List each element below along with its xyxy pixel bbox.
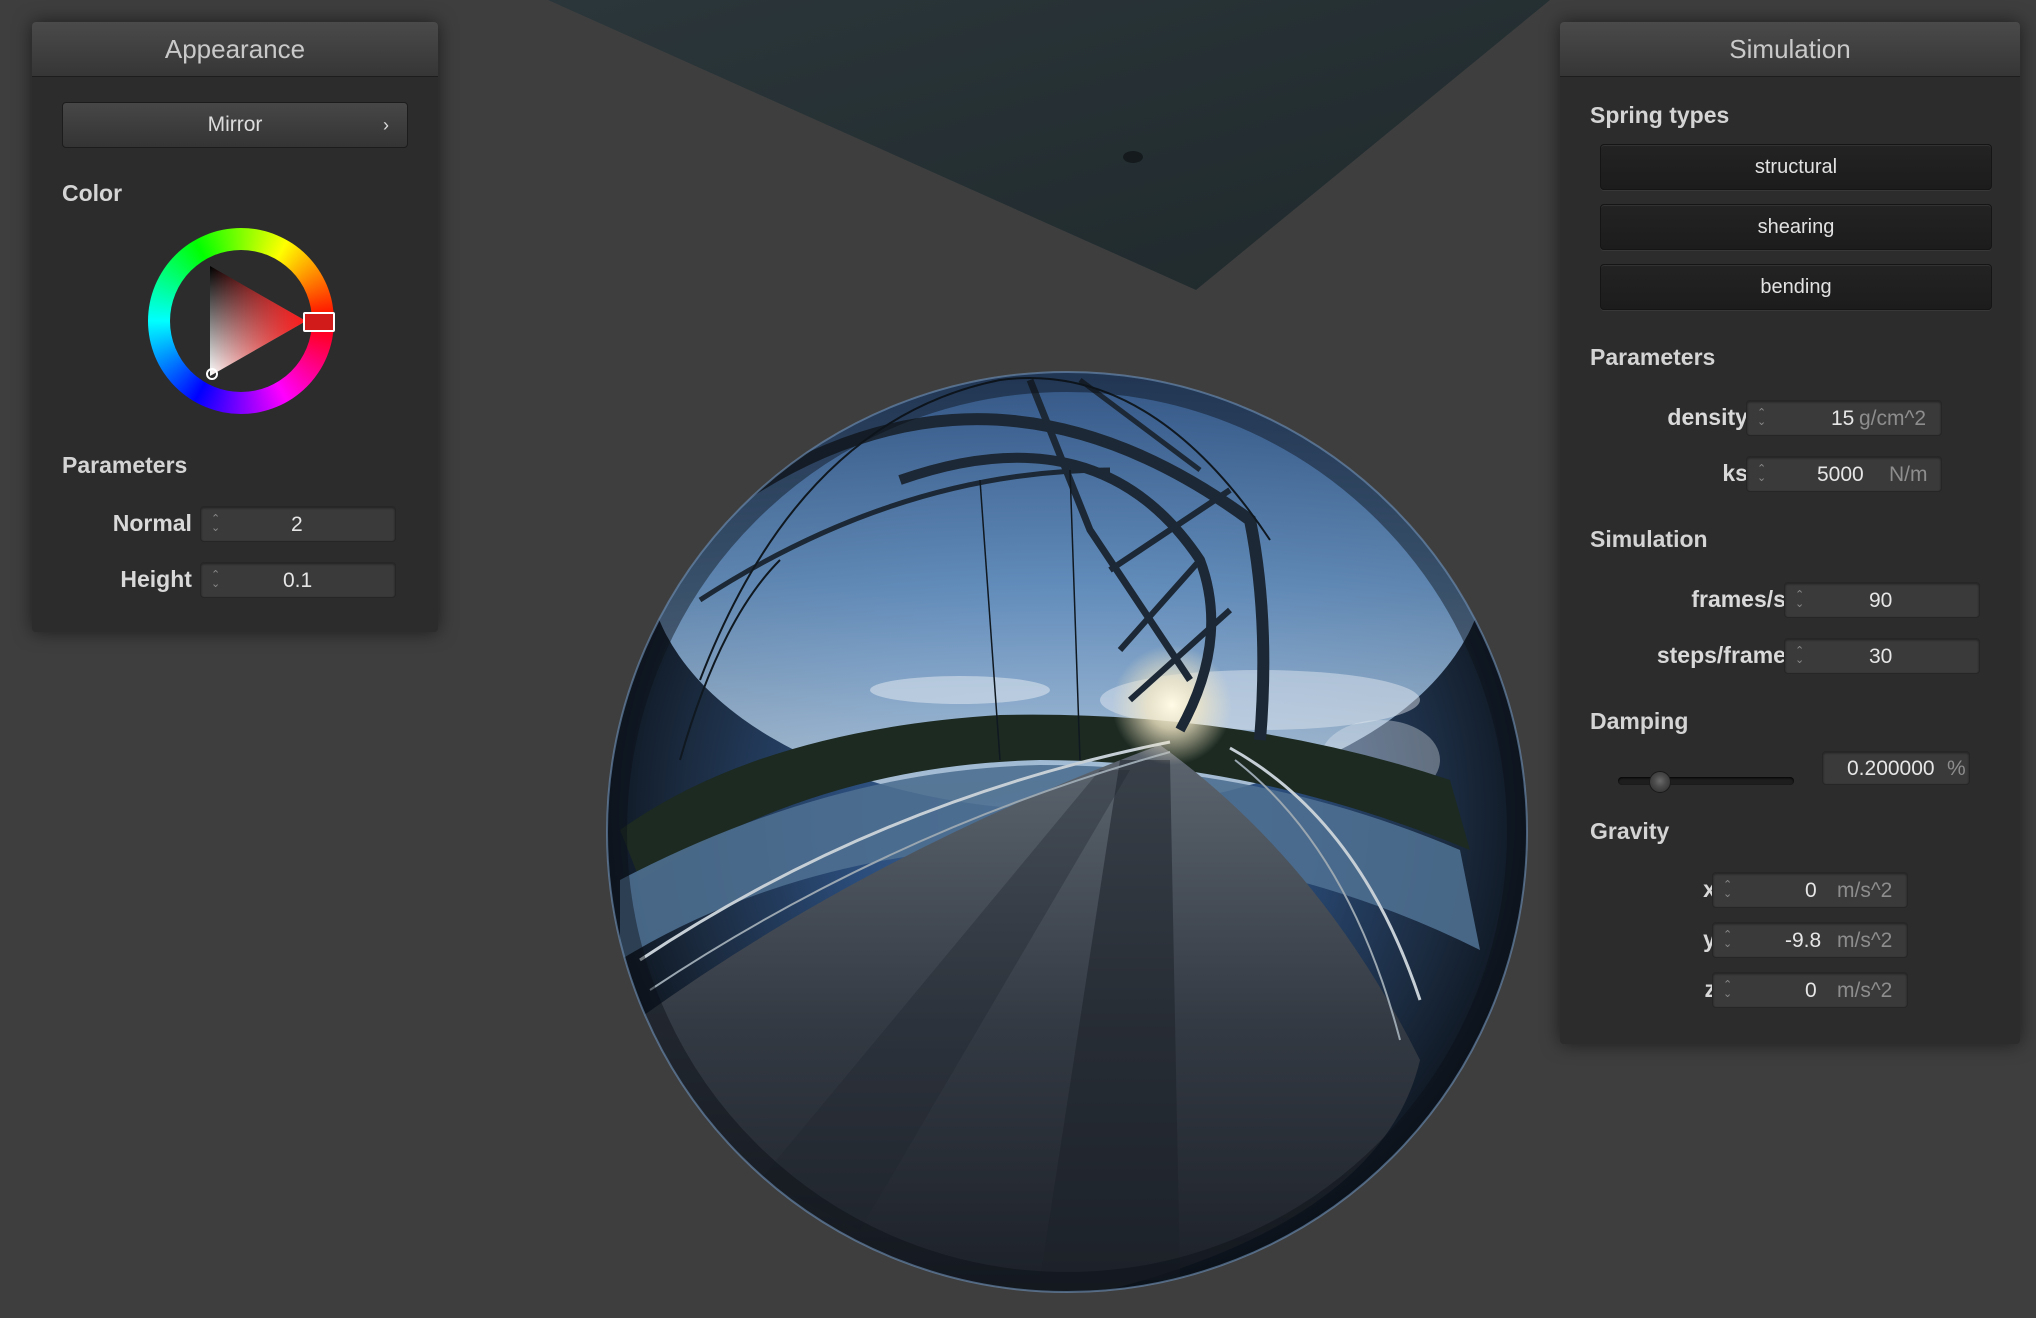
damping-slider[interactable]: [1618, 764, 1794, 798]
appearance-parameters-label: Parameters: [62, 452, 188, 478]
gravity-z-value: 0: [1805, 979, 1817, 1002]
spinner-icon[interactable]: ⌃ ⌄: [1723, 980, 1732, 1000]
normal-label: Normal :: [112, 510, 206, 536]
color-wheel[interactable]: [148, 228, 335, 414]
gravity-x-unit: m/s^2: [1837, 879, 1893, 902]
simulation-panel-title[interactable]: Simulation: [1560, 22, 2020, 77]
simulation-panel: Simulation Spring types structural shear…: [1560, 22, 2020, 1044]
normal-input[interactable]: ⌃ ⌄ 2: [200, 506, 396, 542]
fps-input[interactable]: ⌃ ⌄ 90: [1784, 582, 1980, 618]
damping-unit: %: [1947, 757, 1966, 780]
spinner-icon[interactable]: ⌃ ⌄: [211, 514, 220, 534]
damping-slider-track[interactable]: [1618, 777, 1794, 785]
height-input[interactable]: ⌃ ⌄ 0.1: [200, 562, 396, 598]
appearance-panel-title[interactable]: Appearance: [32, 22, 438, 77]
cloth-plane: [548, 0, 1550, 290]
gravity-x-input[interactable]: ⌃ ⌄ 0 m/s^2: [1712, 872, 1908, 908]
density-input[interactable]: ⌃ ⌄ 15 g/cm^2: [1746, 400, 1942, 436]
ks-unit: N/m: [1889, 463, 1928, 486]
gravity-x-label: x :: [1703, 876, 1730, 902]
appearance-panel: Appearance Mirror › Color Parameters Nor…: [32, 22, 438, 632]
chevron-right-icon: ›: [383, 115, 389, 135]
ks-input[interactable]: ⌃ ⌄ 5000 N/m: [1746, 456, 1942, 492]
gravity-y-unit: m/s^2: [1837, 929, 1893, 952]
shearing-button[interactable]: shearing: [1600, 204, 1992, 250]
bending-button[interactable]: bending: [1600, 264, 1992, 310]
color-section-label: Color: [62, 180, 123, 206]
ks-label: ks :: [1722, 460, 1762, 486]
gravity-y-label: y :: [1703, 926, 1730, 952]
gravity-y-input[interactable]: ⌃ ⌄ -9.8 m/s^2: [1712, 922, 1908, 958]
spinner-icon[interactable]: ⌃ ⌄: [211, 570, 220, 590]
structural-button[interactable]: structural: [1600, 144, 1992, 190]
mirror-sphere: [607, 372, 1527, 1292]
parameters-label: Parameters: [1590, 344, 1716, 370]
damping-label: Damping: [1590, 708, 1689, 734]
density-unit: g/cm^2: [1859, 407, 1927, 430]
steps-value: 30: [1869, 645, 1893, 668]
steps-label: steps/frame :: [1656, 642, 1800, 668]
height-value: 0.1: [283, 569, 313, 592]
spinner-icon[interactable]: ⌃ ⌄: [1795, 590, 1804, 610]
density-value: 15: [1831, 407, 1855, 430]
spinner-icon[interactable]: ⌃ ⌄: [1757, 408, 1766, 428]
simulation-section-label: Simulation: [1590, 526, 1708, 552]
damping-slider-knob[interactable]: [1649, 771, 1671, 793]
steps-input[interactable]: ⌃ ⌄ 30: [1784, 638, 1980, 674]
spinner-icon[interactable]: ⌃ ⌄: [1723, 930, 1732, 950]
density-label: density :: [1667, 404, 1762, 430]
spinner-icon[interactable]: ⌃ ⌄: [1723, 880, 1732, 900]
shader-select-value: Mirror: [207, 113, 263, 136]
spinner-icon[interactable]: ⌃ ⌄: [1757, 464, 1766, 484]
gravity-z-label: z :: [1704, 976, 1730, 1002]
hue-selector[interactable]: [303, 312, 335, 332]
gravity-z-input[interactable]: ⌃ ⌄ 0 m/s^2: [1712, 972, 1908, 1008]
damping-input[interactable]: 0.200000 %: [1822, 751, 1970, 785]
gravity-z-unit: m/s^2: [1837, 979, 1893, 1002]
damping-value: 0.200000: [1847, 757, 1935, 780]
fps-label: frames/s :: [1691, 586, 1800, 612]
gravity-label: Gravity: [1590, 818, 1670, 844]
shader-select[interactable]: Mirror ›: [62, 102, 408, 148]
normal-value: 2: [291, 513, 303, 536]
gravity-y-value: -9.8: [1785, 929, 1822, 952]
ks-value: 5000: [1817, 463, 1864, 486]
spring-types-label: Spring types: [1590, 102, 1730, 128]
fps-value: 90: [1869, 589, 1893, 612]
height-label: Height :: [120, 566, 206, 592]
gravity-x-value: 0: [1805, 879, 1817, 902]
spinner-icon[interactable]: ⌃ ⌄: [1795, 646, 1804, 666]
